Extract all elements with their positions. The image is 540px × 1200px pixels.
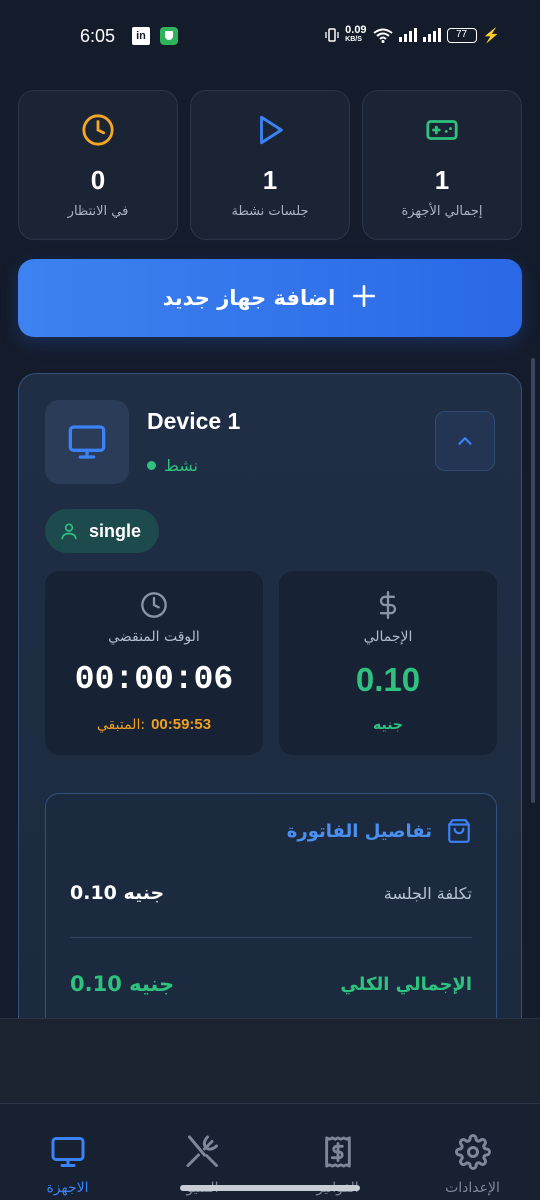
invoice-title: تفاصيل الفاتورة (286, 820, 432, 842)
scrollbar[interactable] (531, 358, 535, 803)
charging-icon: ⚡ (482, 26, 500, 43)
user-icon (61, 523, 77, 540)
home-indicator[interactable] (180, 1185, 360, 1191)
gamepad-icon (426, 120, 458, 140)
device-icon-box (45, 400, 129, 484)
play-icon (260, 115, 283, 145)
stat-total-devices: 1 إجمالي الأجهزة (362, 90, 522, 240)
stats-row: 0 في الانتظار 1 جلسات نشطة 1 إجمالي الأج… (18, 90, 522, 240)
grand-total-label: الإجمالي الكلي (340, 973, 472, 995)
collapse-button[interactable] (435, 411, 495, 471)
remaining-value: 00:59:53 (151, 716, 212, 733)
total-label: الإجمالي (363, 629, 413, 645)
vpn-shield-icon (160, 27, 178, 45)
stat-devices-label: إجمالي الأجهزة (401, 204, 483, 219)
stat-devices-value: 1 (434, 165, 450, 195)
add-device-label: اضافة جهاز جديد (162, 286, 336, 310)
session-type-badge: single (45, 509, 160, 553)
plus-icon (351, 281, 377, 315)
elapsed-timer: 00:00:06 (74, 661, 234, 698)
status-dot (147, 461, 156, 470)
grand-total-value: 0.10 جنيه (70, 972, 175, 996)
stat-waiting: 0 في الانتظار (18, 90, 178, 240)
session-cost-row: 0.10 جنيه تكلفة الجلسة (70, 882, 472, 904)
nav-devices[interactable]: الاجهزة (0, 1104, 135, 1200)
invoice-header: تفاصيل الفاتورة (287, 818, 472, 844)
overlay-band (0, 1018, 540, 1103)
clock-icon (141, 592, 167, 618)
stat-active-label: جلسات نشطة (231, 204, 309, 219)
clock-icon (82, 114, 114, 146)
receipt-icon (324, 1136, 351, 1168)
session-type-label: single (89, 520, 142, 541)
session-cost-label: تكلفة الجلسة (383, 883, 472, 903)
status-indicators: 0.09 KB/S 77 ⚡ (325, 25, 500, 45)
stat-active-value: 1 (262, 165, 278, 195)
elapsed-time-panel: الوقت المنقضي 00:00:06 المتبقي: 00:59:53 (45, 571, 263, 755)
monitor-icon (51, 1137, 84, 1167)
nav-settings-label: الإعدادات (445, 1180, 500, 1196)
signal-1-icon (398, 28, 417, 42)
status-time: 6:05 (80, 26, 116, 46)
total-amount: 0.10 (355, 661, 421, 698)
stat-waiting-label: في الانتظار (67, 204, 129, 219)
remaining-time: المتبقي: 00:59:53 (97, 716, 211, 733)
remaining-label: المتبقي: (96, 717, 146, 733)
shopping-bag-icon (448, 819, 470, 843)
grand-total-row: 0.10 جنيه الإجمالي الكلي (70, 972, 472, 996)
stat-waiting-value: 0 (90, 165, 106, 195)
device-status: نشط (147, 456, 198, 475)
net-speed: 0.09 KB/S (345, 24, 367, 44)
invoice-divider (70, 937, 472, 938)
session-cost-value: 0.10 جنيه (70, 882, 165, 904)
linkedin-icon: in (132, 27, 150, 45)
signal-2-icon (422, 28, 441, 42)
utensils-icon (186, 1135, 218, 1167)
nav-devices-label: الاجهزة (46, 1180, 89, 1196)
device-card: Device 1 نشط single الوقت المنقضي 00:00:… (18, 373, 522, 1073)
nav-settings[interactable]: الإعدادات (405, 1104, 540, 1200)
dollar-icon (379, 591, 397, 619)
wifi-icon (372, 28, 393, 43)
device-status-label: نشط (164, 456, 198, 475)
monitor-icon (68, 425, 106, 459)
status-bar: 6:05 in 0.09 KB/S 77 ⚡ (0, 0, 540, 72)
chevron-up-icon (458, 437, 472, 445)
device-name: Device 1 (147, 408, 241, 434)
total-currency: جنيه (372, 717, 403, 733)
elapsed-label: الوقت المنقضي (108, 629, 200, 645)
gear-icon (454, 1134, 491, 1170)
add-device-button[interactable]: اضافة جهاز جديد (18, 259, 522, 337)
total-cost-panel: الإجمالي 0.10 جنيه (279, 571, 497, 755)
battery-icon: 77 (446, 27, 477, 43)
stat-active-sessions: 1 جلسات نشطة (190, 90, 350, 240)
vibrate-icon (325, 28, 339, 42)
